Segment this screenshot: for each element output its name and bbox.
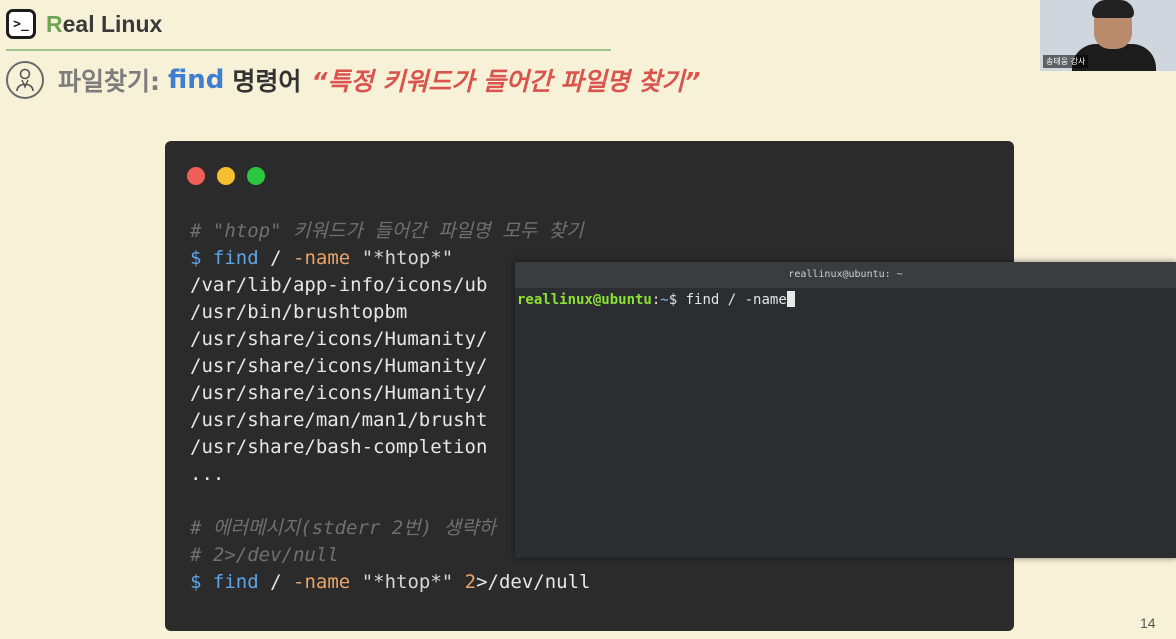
close-dot-icon (187, 167, 205, 185)
code-output: /usr/share/icons/Humanity/ (190, 328, 488, 350)
person-icon (6, 61, 44, 99)
code-output: /usr/share/bash-completion (190, 436, 488, 458)
code-output: ... (190, 463, 225, 485)
brand-logo: >_ Real Linux (6, 6, 162, 42)
code-output: /usr/bin/brushtopbm (190, 301, 408, 323)
code-path: / (270, 571, 282, 593)
slide-title: 파일찾기: find 명령어 “특정 키워드가 들어간 파일명 찾기” (6, 58, 700, 102)
code-comment: # 2>/dev/null (190, 544, 339, 566)
terminal-window[interactable]: reallinux@ubuntu: ~ reallinux@ubuntu:~$ … (515, 262, 1176, 558)
code-comment: # 에러메시지(stderr 2번) 생략하 (190, 517, 497, 539)
code-output: /usr/share/icons/Humanity/ (190, 355, 488, 377)
code-command: find (212, 247, 259, 269)
code-fd-number: 2 (464, 571, 477, 593)
code-output: /usr/share/icons/Humanity/ (190, 382, 488, 404)
code-path: / (270, 247, 282, 269)
terminal-logo-icon: >_ (6, 9, 36, 39)
page-number: 14 (1140, 615, 1156, 631)
minimize-dot-icon (217, 167, 235, 185)
code-flag: -name (293, 571, 351, 593)
title-prefix: 파일찾기: (58, 67, 160, 96)
title-command: find (168, 65, 225, 95)
maximize-dot-icon (247, 167, 265, 185)
terminal-command-line[interactable]: reallinux@ubuntu:~$ find / -name (517, 291, 795, 309)
terminal-input[interactable]: find / -name (677, 292, 787, 308)
presenter-webcam: 송태웅 강사 (1040, 0, 1176, 71)
terminal-title: reallinux@ubuntu: ~ (788, 269, 903, 280)
terminal-prompt: $ (668, 292, 678, 308)
presenter-hair (1092, 0, 1134, 18)
terminal-cursor (786, 291, 795, 307)
terminal-user: reallinux@ubuntu (517, 292, 652, 308)
code-argument: "*htop*" (361, 247, 454, 269)
code-flag: -name (293, 247, 351, 269)
code-output: /var/lib/app-info/icons/ub (190, 274, 488, 296)
presenter-name-tag: 송태웅 강사 (1043, 55, 1089, 68)
brand-name-rest: eal Linux (62, 10, 163, 37)
code-argument: "*htop*" (361, 571, 454, 593)
code-output: /usr/share/man/man1/brusht (190, 409, 488, 431)
title-word: 명령어 (232, 67, 302, 96)
code-line: # "htop" 키워드가 들어간 파일명 모두 찾기 (190, 218, 591, 245)
brand-name-initial: R (46, 10, 63, 37)
code-command: find (212, 571, 259, 593)
terminal-titlebar[interactable]: reallinux@ubuntu: ~ (515, 262, 1176, 288)
code-prompt: $ (190, 247, 202, 269)
header-divider (6, 49, 611, 51)
terminal-path: ~ (660, 292, 669, 308)
title-quote: “특정 키워드가 들어간 파일명 찾기” (311, 67, 701, 96)
code-prompt: $ (190, 571, 202, 593)
code-comment: # "htop" 키워드가 들어간 파일명 모두 찾기 (190, 220, 584, 242)
code-line: $ find / -name "*htop*" 2>/dev/null (190, 569, 591, 596)
brand-name: Real Linux (46, 11, 162, 38)
code-redirect: >/dev/null (476, 571, 591, 593)
